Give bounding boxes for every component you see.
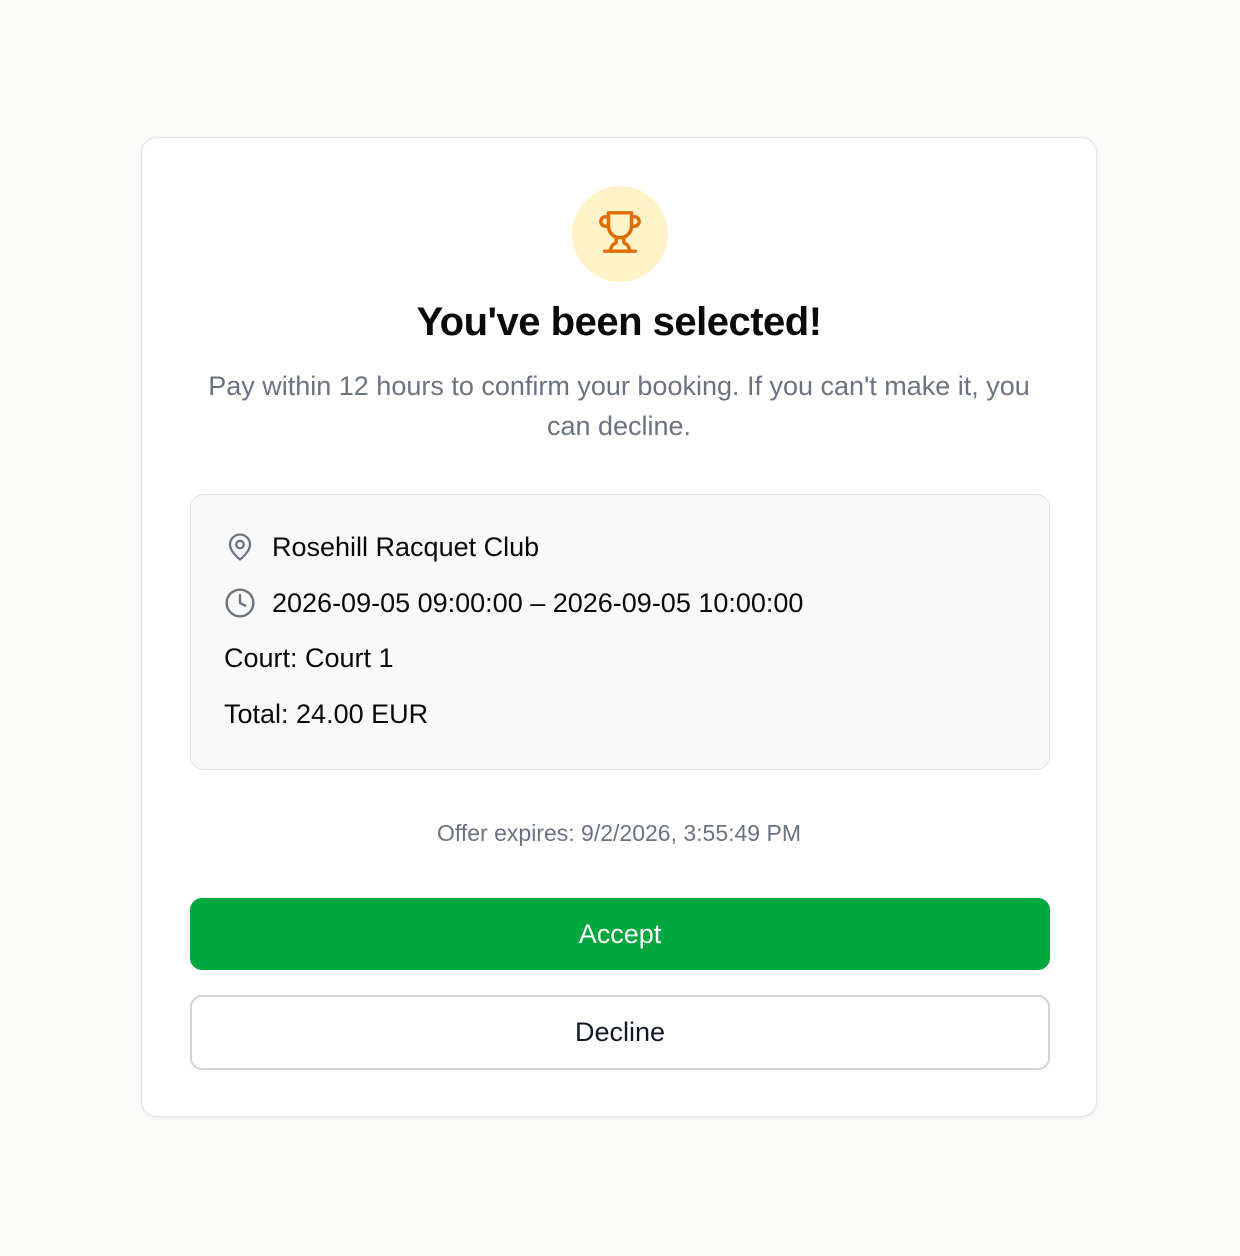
offer-title: You've been selected! — [416, 300, 822, 344]
booking-details: Rosehill Racquet Club 2026-09-05 09:00:0… — [190, 494, 1050, 770]
total-text: Total: 24.00 EUR — [224, 699, 429, 729]
offer-subtitle: Pay within 12 hours to confirm your book… — [208, 371, 1030, 441]
map-pin-icon — [224, 531, 256, 563]
offer-expiry: Offer expires: 9/2/2026, 3:55:49 PM — [437, 820, 801, 846]
trophy-badge — [572, 186, 668, 282]
accept-button[interactable]: Accept — [190, 898, 1050, 970]
time-row: 2026-09-05 09:00:00 – 2026-09-05 10:00:0… — [224, 587, 803, 619]
offer-card: You've been selected! Pay within 12 hour… — [141, 137, 1097, 1117]
location-text: Rosehill Racquet Club — [272, 531, 540, 562]
time-range-text: 2026-09-05 09:00:00 – 2026-09-05 10:00:0… — [272, 587, 804, 618]
decline-button[interactable]: Decline — [190, 995, 1050, 1070]
trophy-icon — [597, 209, 643, 260]
total-row: Total: 24.00 EUR — [224, 699, 428, 730]
court-text: Court: Court 1 — [224, 643, 394, 673]
clock-icon — [224, 587, 256, 619]
court-row: Court: Court 1 — [224, 643, 394, 674]
location-row: Rosehill Racquet Club — [224, 531, 539, 563]
